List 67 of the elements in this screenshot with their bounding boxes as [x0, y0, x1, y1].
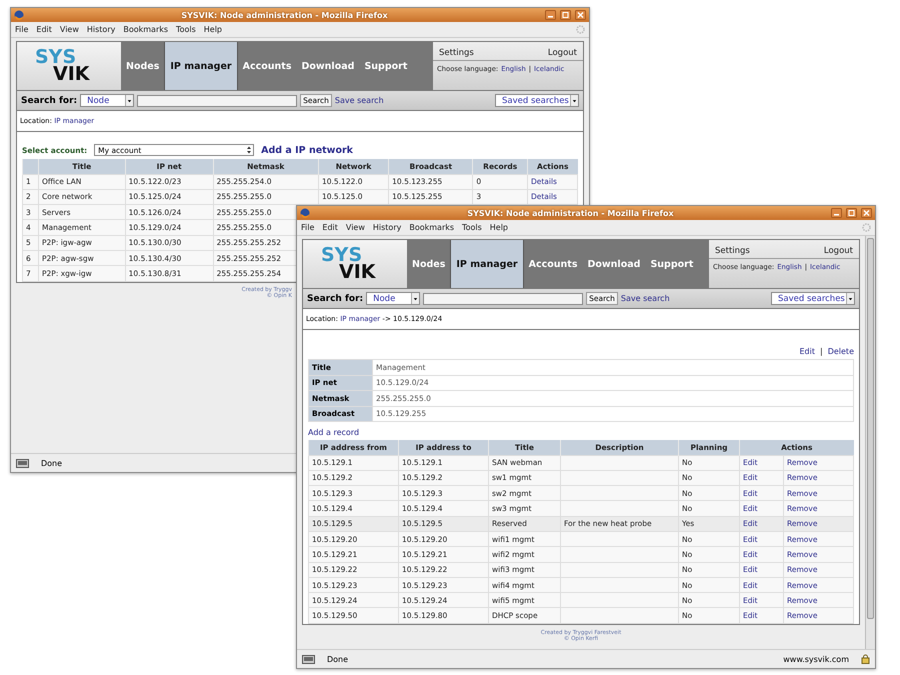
logo-text: VIK [53, 66, 91, 83]
menu-item[interactable]: Help [204, 25, 222, 34]
nav-tab[interactable]: Accounts [238, 42, 296, 90]
browser-logo-icon [14, 10, 24, 20]
separator: | [820, 347, 823, 356]
saved-searches-select[interactable]: Saved searches [495, 94, 579, 107]
lock-icon [861, 654, 870, 664]
window-title: SYSVIK: Node administration - Mozilla Firefox [180, 10, 389, 20]
logout-link[interactable]: Logout [824, 246, 853, 256]
close-icon[interactable] [861, 208, 872, 218]
save-search-link[interactable]: Save search [334, 96, 384, 105]
status-url: www.sysvik.com [783, 654, 849, 664]
nav-tab[interactable]: Support [645, 240, 698, 288]
scrollbar[interactable] [865, 236, 875, 649]
logout-link[interactable]: Logout [548, 48, 577, 58]
menu-item[interactable]: Bookmarks [123, 25, 168, 34]
menu-item[interactable]: File [301, 223, 314, 232]
nav-tab[interactable]: IP manager [450, 240, 524, 288]
minimize-icon[interactable] [545, 10, 556, 20]
save-search-link[interactable]: Save search [620, 294, 670, 303]
menu-item[interactable]: Edit [322, 223, 338, 232]
window-title: SYSVIK: Node administration - Mozilla Firefox [466, 208, 675, 218]
search-type-select[interactable]: Node [366, 292, 420, 305]
delete-link[interactable]: Delete [828, 347, 854, 356]
add-record-link[interactable]: Add a record [308, 428, 360, 437]
search-label: Search for: [307, 294, 364, 304]
search-type-select[interactable]: Node [80, 94, 134, 107]
spinner-arrows-icon[interactable] [245, 145, 254, 155]
menu-item[interactable]: Bookmarks [409, 223, 454, 232]
nav-tab[interactable]: Support [359, 42, 412, 90]
menu-item[interactable]: File [15, 25, 28, 34]
nav-tab[interactable]: Download [296, 42, 360, 90]
add-network-link[interactable]: Add a IP network [261, 144, 353, 156]
logo-text: SYS [35, 49, 76, 66]
screen-icon [16, 458, 29, 468]
nav-tab[interactable]: IP manager [164, 42, 238, 90]
menu-item[interactable]: Edit [36, 25, 52, 34]
status-text: Done [327, 654, 348, 664]
logo-text: SYS [321, 247, 362, 264]
browser-logo-icon [300, 208, 310, 218]
status-text: Done [41, 458, 62, 468]
maximize-icon[interactable] [846, 208, 857, 218]
menu-item[interactable]: History [86, 25, 116, 34]
search-field[interactable] [137, 94, 298, 106]
menu-item[interactable]: Tools [462, 223, 482, 232]
nav-tab[interactable]: Download [582, 240, 646, 288]
nav-tab[interactable]: Nodes [407, 240, 450, 288]
close-icon[interactable] [575, 10, 586, 20]
menu-item[interactable]: View [346, 223, 365, 232]
menu-item[interactable]: Help [490, 223, 508, 232]
menu-item[interactable]: View [60, 25, 79, 34]
throbber-icon [576, 25, 585, 34]
settings-link[interactable]: Settings [715, 246, 750, 256]
settings-link[interactable]: Settings [439, 48, 474, 58]
throbber-icon [862, 223, 871, 232]
maximize-icon[interactable] [560, 10, 571, 20]
minimize-icon[interactable] [831, 208, 842, 218]
search-field[interactable] [423, 292, 584, 304]
menu-item[interactable]: History [372, 223, 402, 232]
screen-icon [302, 654, 315, 664]
edit-link[interactable]: Edit [800, 347, 815, 356]
menu-item[interactable]: Tools [176, 25, 196, 34]
search-label: Search for: [21, 96, 78, 106]
saved-searches-select[interactable]: Saved searches [771, 292, 855, 305]
logo-text: VIK [339, 264, 377, 281]
nav-tab[interactable]: Nodes [121, 42, 164, 90]
nav-tab[interactable]: Accounts [524, 240, 582, 288]
